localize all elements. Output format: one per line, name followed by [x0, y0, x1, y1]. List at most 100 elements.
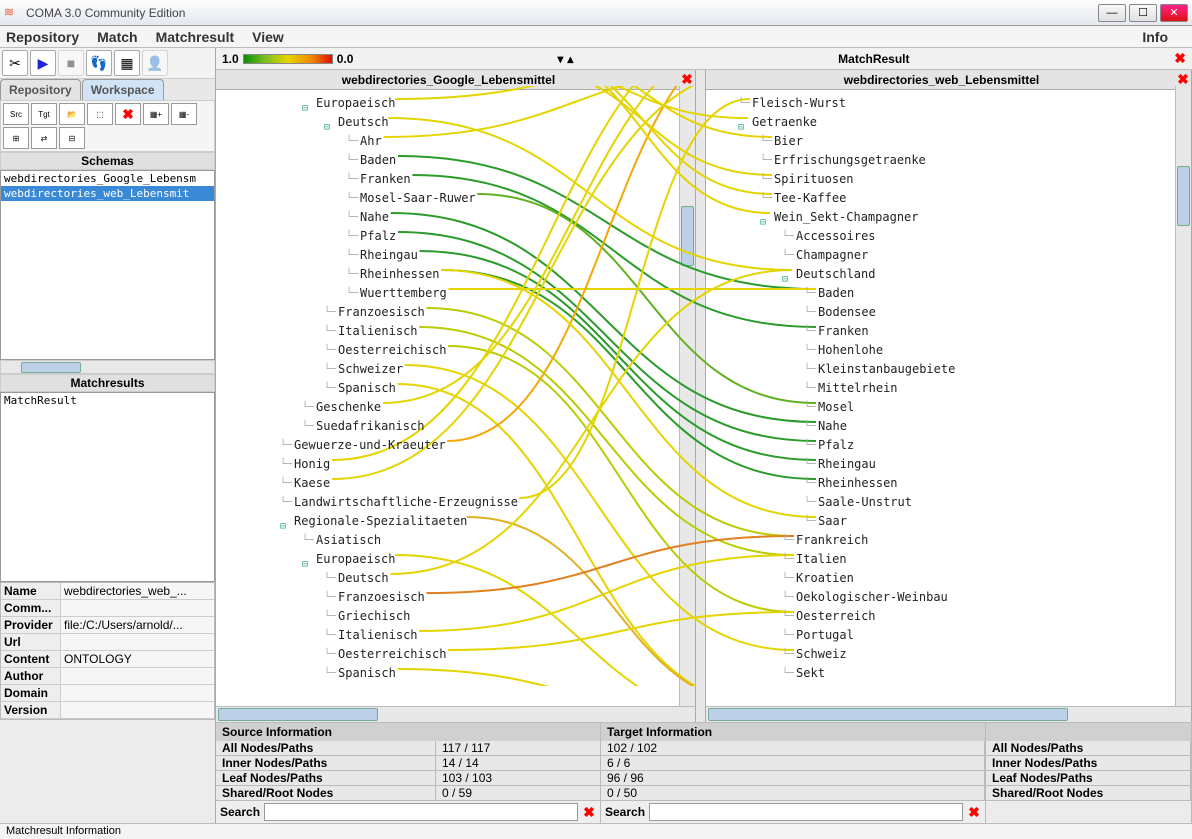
delete-icon[interactable]: ✖: [115, 103, 141, 125]
matchresults-list[interactable]: MatchResult: [0, 392, 215, 582]
scrollbar-h[interactable]: [0, 360, 215, 374]
clear-icon[interactable]: ✖: [967, 804, 981, 821]
tree-node[interactable]: └─Oesterreichisch: [216, 341, 695, 360]
tree-node[interactable]: └─Suedafrikanisch: [216, 417, 695, 436]
menu-repository[interactable]: Repository: [6, 29, 79, 45]
swap-icon[interactable]: ⇄: [31, 127, 57, 149]
list-item[interactable]: MatchResult: [1, 393, 214, 408]
tree-node[interactable]: └─Sekt: [706, 664, 1191, 683]
tree-node[interactable]: └─Oesterreich: [706, 607, 1191, 626]
tree-node[interactable]: └─Mosel: [706, 398, 1191, 417]
menu-matchresult[interactable]: Matchresult: [156, 29, 235, 45]
tree-node[interactable]: ⊟Deutsch: [216, 113, 695, 132]
right-tree-body[interactable]: └─Fleisch-Wurst⊟Getraenke└─Bier└─Erfrisc…: [706, 90, 1191, 706]
splitter[interactable]: [696, 70, 706, 722]
tree-node[interactable]: ⊟Regionale-Spezialitaeten: [216, 512, 695, 531]
tree-node[interactable]: └─Kroatien: [706, 569, 1191, 588]
tree-node[interactable]: ⊟Europaeisch: [216, 550, 695, 569]
tree-node[interactable]: └─Ahr: [216, 132, 695, 151]
tree-node[interactable]: └─Spanisch: [216, 379, 695, 398]
remove-green-icon[interactable]: ▦-: [171, 103, 197, 125]
tree-node[interactable]: └─Bodensee: [706, 303, 1191, 322]
tree-node[interactable]: └─Accessoires: [706, 227, 1191, 246]
tree-node[interactable]: └─Rheinhessen: [216, 265, 695, 284]
expand-handle-icon[interactable]: ⊟: [302, 99, 312, 109]
tree-node[interactable]: └─Kleinstanbaugebiete: [706, 360, 1191, 379]
tree-node[interactable]: └─Nahe: [706, 417, 1191, 436]
menu-view[interactable]: View: [252, 29, 284, 45]
minimize-button[interactable]: —: [1098, 4, 1126, 22]
tree-node[interactable]: └─Spirituosen: [706, 170, 1191, 189]
tree-node[interactable]: └─Baden: [216, 151, 695, 170]
tree-node[interactable]: └─Pfalz: [216, 227, 695, 246]
tree-node[interactable]: └─Fleisch-Wurst: [706, 94, 1191, 113]
target-icon[interactable]: Tgt: [31, 103, 57, 125]
tree-node[interactable]: └─Bier: [706, 132, 1191, 151]
tree-node[interactable]: └─Italienisch: [216, 322, 695, 341]
expand-handle-icon[interactable]: ⊟: [302, 555, 312, 565]
tree-node[interactable]: └─Honig: [216, 455, 695, 474]
scrollbar-h[interactable]: [216, 706, 695, 722]
mapping-icon[interactable]: ⬚: [87, 103, 113, 125]
tree-node[interactable]: └─Deutsch: [216, 569, 695, 588]
tree-node[interactable]: └─Asiatisch: [216, 531, 695, 550]
tree-node[interactable]: └─Champagner: [706, 246, 1191, 265]
grid2-icon[interactable]: ⊟: [59, 127, 85, 149]
tree-node[interactable]: └─Saale-Unstrut: [706, 493, 1191, 512]
tree-node[interactable]: └─Italienisch: [216, 626, 695, 645]
tree-node[interactable]: ⊟Getraenke: [706, 113, 1191, 132]
tree-node[interactable]: └─Spanisch: [216, 664, 695, 683]
tree-node[interactable]: └─Nahe: [216, 208, 695, 227]
tree-node[interactable]: └─Tee-Kaffee: [706, 189, 1191, 208]
tree-node[interactable]: └─Wuerttemberg: [216, 284, 695, 303]
tree-node[interactable]: └─Pfalz: [706, 436, 1191, 455]
grid1-icon[interactable]: ⊞: [3, 127, 29, 149]
tree-node[interactable]: └─Griechisch: [216, 607, 695, 626]
source-icon[interactable]: Src: [3, 103, 29, 125]
tree-node[interactable]: └─Franken: [216, 170, 695, 189]
tree-node[interactable]: └─Frankreich: [706, 531, 1191, 550]
open-icon[interactable]: 📂: [59, 103, 85, 125]
tree-node[interactable]: └─Baden: [706, 284, 1191, 303]
search-input[interactable]: [649, 803, 963, 821]
tree-node[interactable]: └─Franken: [706, 322, 1191, 341]
tree-node[interactable]: └─Italien: [706, 550, 1191, 569]
expand-handle-icon[interactable]: ⊟: [324, 118, 334, 128]
menu-info[interactable]: Info: [1142, 29, 1168, 45]
tree-node[interactable]: └─Erfrischungsgetraenke: [706, 151, 1191, 170]
list-item[interactable]: webdirectories_Google_Lebensm: [1, 171, 214, 186]
search-input[interactable]: [264, 803, 578, 821]
close-button[interactable]: ✕: [1160, 4, 1188, 22]
tab-repository[interactable]: Repository: [0, 79, 81, 100]
step-icon[interactable]: 👣: [86, 50, 112, 76]
schemas-list[interactable]: webdirectories_Google_Lebensm webdirecto…: [0, 170, 215, 360]
tree-node[interactable]: └─Franzoesisch: [216, 303, 695, 322]
tree-node[interactable]: ⊟Europaeisch: [216, 94, 695, 113]
maximize-button[interactable]: ☐: [1129, 4, 1157, 22]
tree-node[interactable]: └─Gewuerze-und-Kraeuter: [216, 436, 695, 455]
tree-node[interactable]: └─Mosel-Saar-Ruwer: [216, 189, 695, 208]
tree-node[interactable]: └─Kaese: [216, 474, 695, 493]
expand-handle-icon[interactable]: ⊟: [738, 118, 748, 128]
tab-workspace[interactable]: Workspace: [82, 79, 164, 100]
expand-handle-icon[interactable]: ⊟: [280, 517, 290, 527]
tree-node[interactable]: └─Rheingau: [216, 246, 695, 265]
tree-node[interactable]: └─Saar: [706, 512, 1191, 531]
tree-node[interactable]: └─Rheingau: [706, 455, 1191, 474]
tree-node[interactable]: └─Landwirtschaftliche-Erzeugnisse: [216, 493, 695, 512]
left-tree-body[interactable]: ⊟Europaeisch⊟Deutsch└─Ahr└─Baden└─Franke…: [216, 90, 695, 706]
expand-handle-icon[interactable]: ⊟: [760, 213, 770, 223]
play-icon[interactable]: ▶: [30, 50, 56, 76]
add-green-icon[interactable]: ▦+: [143, 103, 169, 125]
clear-icon[interactable]: ✖: [582, 804, 596, 821]
tree-node[interactable]: └─Geschenke: [216, 398, 695, 417]
list-item[interactable]: webdirectories_web_Lebensmit: [1, 186, 214, 201]
tree-node[interactable]: └─Oekologischer-Weinbau: [706, 588, 1191, 607]
tools-icon[interactable]: ✂: [2, 50, 28, 76]
tree-node[interactable]: ⊟Deutschland: [706, 265, 1191, 284]
tree-node[interactable]: ⊟Wein_Sekt-Champagner: [706, 208, 1191, 227]
scrollbar-h[interactable]: [706, 706, 1191, 722]
tree-node[interactable]: └─Portugal: [706, 626, 1191, 645]
tree-node[interactable]: └─Hohenlohe: [706, 341, 1191, 360]
close-icon[interactable]: ✖: [1174, 50, 1186, 67]
